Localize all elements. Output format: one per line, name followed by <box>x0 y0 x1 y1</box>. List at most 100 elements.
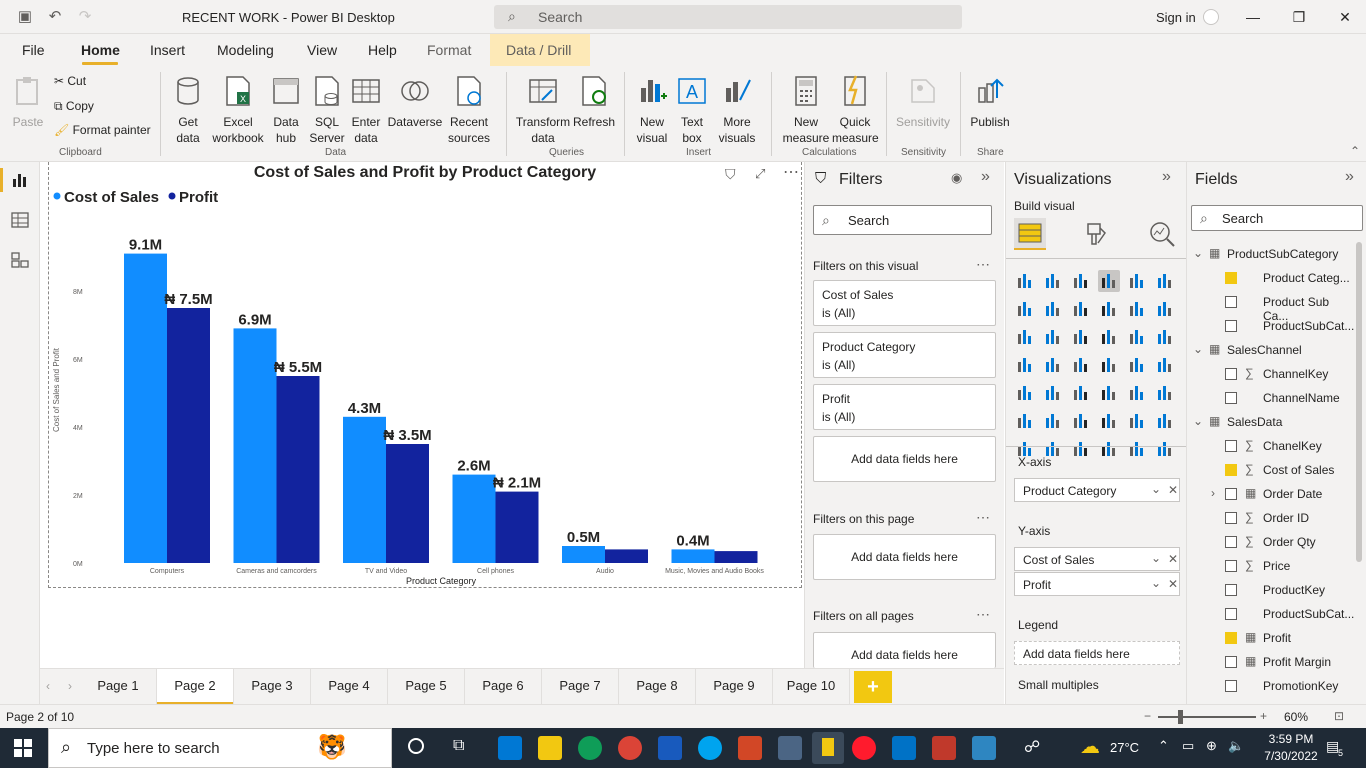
analytics-icon[interactable] <box>1148 220 1176 248</box>
visual-type-icon[interactable] <box>1098 298 1120 320</box>
task-view-icon[interactable]: ⧉ <box>453 737 464 755</box>
more-options-icon[interactable]: ⋯ <box>976 509 990 526</box>
transform-data-button[interactable]: Transform data <box>514 74 572 146</box>
visual-type-icon[interactable] <box>1126 354 1148 376</box>
legend-well[interactable]: Add data fields here <box>1014 641 1180 665</box>
global-search[interactable]: ⌕ Search <box>494 5 962 29</box>
page-tab[interactable]: Page 3 <box>234 669 311 705</box>
visual-type-icon[interactable] <box>1042 298 1064 320</box>
text-box-button[interactable]: A Text box <box>674 74 710 146</box>
visual-type-icon[interactable] <box>1154 438 1176 460</box>
page-tab[interactable]: Page 4 <box>311 669 388 705</box>
visual-type-icon[interactable] <box>1042 410 1064 432</box>
visual-type-icon[interactable] <box>1098 438 1120 460</box>
field-row[interactable]: ChannelName <box>1187 386 1357 410</box>
field-checkbox[interactable] <box>1225 296 1237 308</box>
visual-type-icon[interactable] <box>1014 354 1036 376</box>
focus-mode-icon[interactable]: ⤢ <box>755 166 765 182</box>
powerpoint-icon[interactable] <box>738 736 762 760</box>
field-checkbox[interactable] <box>1225 488 1237 500</box>
visual-type-icon[interactable] <box>1098 382 1120 404</box>
filter-icon[interactable]: ⛉ <box>725 166 736 183</box>
cortana-icon[interactable] <box>408 738 424 754</box>
mail-app-icon[interactable] <box>498 736 522 760</box>
opera-icon[interactable] <box>852 736 876 760</box>
visual-type-icon[interactable] <box>1126 438 1148 460</box>
menu-modeling[interactable]: Modeling <box>217 42 274 58</box>
app-icon[interactable] <box>778 736 802 760</box>
filter-search-input[interactable]: ⌕ Search <box>813 205 992 235</box>
battery-icon[interactable]: ▭ <box>1182 738 1194 754</box>
visual-type-icon[interactable] <box>1070 382 1092 404</box>
add-visual-filter-well[interactable]: Add data fields here <box>813 436 996 482</box>
visual-type-icon[interactable] <box>1070 298 1092 320</box>
visual-type-icon[interactable] <box>1042 382 1064 404</box>
visual-type-icon[interactable] <box>1014 382 1036 404</box>
format-visual-icon[interactable] <box>1084 220 1108 248</box>
page-tab[interactable]: Page 7 <box>542 669 619 705</box>
excel-button[interactable]: X Excel workbook <box>210 74 266 146</box>
field-checkbox[interactable] <box>1225 368 1237 380</box>
visual-type-icon[interactable] <box>1070 438 1092 460</box>
next-page-icon[interactable]: › <box>68 679 72 693</box>
field-table-row[interactable]: ⌄ ▦ SalesData <box>1187 410 1357 434</box>
chrome-icon[interactable] <box>618 736 642 760</box>
new-measure-button[interactable]: New measure <box>780 74 832 146</box>
filter-card-profit[interactable]: Profit is (All) <box>813 384 996 430</box>
field-row[interactable]: ∑ Cost of Sales <box>1187 458 1357 482</box>
collapse-viz-icon[interactable]: » <box>1162 168 1171 186</box>
y-axis-field-pill[interactable]: Profit ⌄ ✕ <box>1014 572 1180 596</box>
report-view-icon[interactable] <box>10 170 30 190</box>
chevron-down-icon[interactable]: ⌄ <box>1193 414 1203 428</box>
visual-type-icon[interactable] <box>1042 326 1064 348</box>
copy-button[interactable]: ⧉ Copy <box>54 99 94 114</box>
publish-button[interactable]: Publish <box>968 74 1012 130</box>
field-checkbox[interactable] <box>1225 512 1237 524</box>
field-checkbox[interactable] <box>1225 656 1237 668</box>
data-view-icon[interactable] <box>10 210 30 230</box>
avatar[interactable] <box>1203 9 1219 25</box>
visual-type-icon[interactable] <box>1098 354 1120 376</box>
visual-type-icon[interactable] <box>1014 326 1036 348</box>
more-visuals-button[interactable]: More visuals <box>712 74 762 146</box>
visual-type-icon[interactable] <box>1070 326 1092 348</box>
tray-chevron-icon[interactable]: ⌃ <box>1158 738 1169 754</box>
field-checkbox[interactable] <box>1225 464 1237 476</box>
field-row[interactable]: ∑ ChannelKey <box>1187 362 1357 386</box>
collapse-fields-icon[interactable]: » <box>1345 168 1354 186</box>
bar-profit[interactable] <box>167 308 210 563</box>
bar-cost-of-sales[interactable] <box>124 253 167 563</box>
undo-icon[interactable]: ↶ <box>46 8 64 26</box>
more-options-icon[interactable]: ⋯ <box>976 606 990 623</box>
bar-cost-of-sales[interactable] <box>343 416 386 563</box>
visual-type-icon[interactable] <box>1014 410 1036 432</box>
page-tab[interactable]: Page 1 <box>80 669 157 705</box>
bar-profit[interactable] <box>276 376 320 563</box>
bar-profit[interactable] <box>605 549 648 563</box>
field-checkbox[interactable] <box>1225 272 1237 284</box>
field-row[interactable]: ▦ Profit <box>1187 626 1357 650</box>
visual-type-icon[interactable] <box>1154 410 1176 432</box>
clock-time[interactable]: 3:59 PM <box>1260 732 1322 746</box>
visual-type-icon[interactable] <box>1154 270 1176 292</box>
visual-type-icon[interactable] <box>1014 270 1036 292</box>
field-checkbox[interactable] <box>1225 560 1237 572</box>
sign-in-link[interactable]: Sign in <box>1156 10 1196 25</box>
redo-icon[interactable]: ↷ <box>76 8 94 26</box>
filter-card-cost-of-sales[interactable]: Cost of Sales is (All) <box>813 280 996 326</box>
page-tab[interactable]: Page 10 <box>773 669 850 705</box>
visual-type-icon[interactable] <box>1042 270 1064 292</box>
remove-field-icon[interactable]: ✕ <box>1168 577 1178 591</box>
visual-type-icon[interactable] <box>1070 270 1092 292</box>
outlook-icon[interactable] <box>892 736 916 760</box>
menu-help[interactable]: Help <box>368 42 397 58</box>
more-options-icon[interactable]: ⋯ <box>783 162 799 182</box>
add-page-button[interactable]: + <box>854 671 892 703</box>
fields-search-input[interactable]: ⌕ Search <box>1191 205 1363 231</box>
fields-scrollbar[interactable] <box>1356 242 1362 562</box>
chevron-down-icon[interactable]: ⌄ <box>1151 482 1161 496</box>
zoom-out-icon[interactable]: − <box>1144 709 1151 723</box>
close-button[interactable]: ✕ <box>1336 8 1354 26</box>
cut-button[interactable]: ✂ Cut <box>54 74 86 88</box>
build-visual-tab[interactable] <box>1014 218 1046 250</box>
